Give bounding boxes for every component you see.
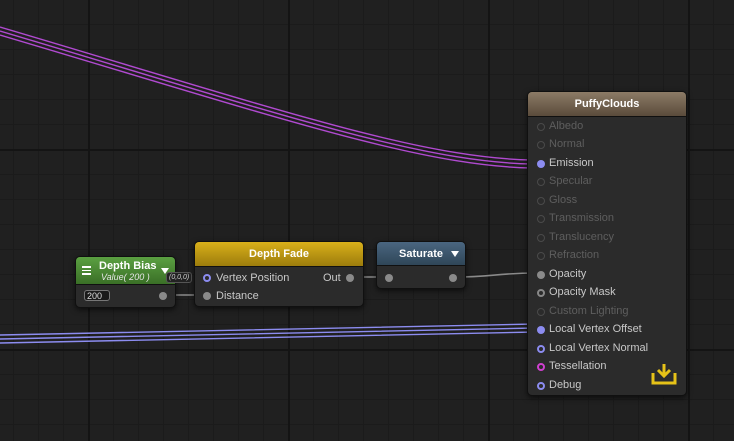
emission-wire[interactable] [0, 26, 533, 169]
specular-label: Specular [549, 175, 593, 187]
tessellation-port[interactable] [537, 363, 545, 371]
saturate-to-opacity-wire[interactable] [455, 272, 537, 278]
value-field[interactable]: 200 [84, 290, 110, 301]
output-node-header[interactable]: PuffyClouds [528, 92, 686, 117]
saturate-output-port[interactable] [449, 274, 457, 282]
local-vertex-offset-label: Local Vertex Offset [549, 323, 642, 335]
saturate-title: Saturate [399, 248, 444, 260]
hamburger-icon [82, 266, 91, 275]
transmission-label: Transmission [549, 212, 614, 224]
translucency-label: Translucency [549, 231, 615, 243]
gloss-label: Gloss [549, 194, 578, 206]
puffyclouds-output-node[interactable]: PuffyClouds Albedo Normal Emission Specu… [527, 91, 687, 396]
depth-bias-subtitle: Value( 200 ) [101, 272, 150, 282]
preview-value-badge: (0,0,0) [166, 272, 193, 283]
depth-bias-header[interactable]: Depth Bias Value( 200 ) [76, 257, 175, 285]
saturate-header[interactable]: Saturate [377, 242, 465, 266]
custom-lighting-port[interactable] [537, 308, 545, 316]
saturate-input-port[interactable] [385, 274, 393, 282]
download-tray-icon[interactable] [651, 362, 677, 386]
emission-port[interactable] [537, 160, 545, 168]
debug-port[interactable] [537, 382, 545, 390]
specular-port[interactable] [537, 178, 545, 186]
depth-fade-node[interactable]: Depth Fade Vertex Position Distance Out [194, 241, 364, 307]
emission-label: Emission [549, 157, 594, 169]
depth-fade-output-port[interactable] [346, 274, 354, 282]
opacity-mask-label: Opacity Mask [549, 286, 616, 298]
gloss-port[interactable] [537, 197, 545, 205]
opacity-label: Opacity [549, 268, 587, 280]
saturate-node[interactable]: Saturate [376, 241, 466, 289]
normal-port[interactable] [537, 141, 545, 149]
refraction-label: Refraction [549, 249, 600, 261]
refraction-port[interactable] [537, 252, 545, 260]
out-label: Out [323, 272, 341, 284]
transmission-port[interactable] [537, 215, 545, 223]
custom-lighting-label: Custom Lighting [549, 305, 629, 317]
depth-bias-node[interactable]: Depth Bias Value( 200 ) (0,0,0) 200 [75, 256, 193, 308]
distance-label: Distance [216, 290, 259, 302]
depth-bias-output-port[interactable] [159, 292, 167, 300]
distance-input-port[interactable] [203, 292, 211, 300]
chevron-down-icon[interactable] [451, 251, 459, 257]
opacity-mask-port[interactable] [537, 289, 545, 297]
vertex-position-input-port[interactable] [203, 274, 211, 282]
opacity-port[interactable] [537, 271, 545, 279]
translucency-port[interactable] [537, 234, 545, 242]
albedo-port[interactable] [537, 123, 545, 131]
albedo-label: Albedo [549, 120, 584, 132]
local-vertex-offset-port[interactable] [537, 326, 545, 334]
vertex-offset-wire[interactable] [0, 323, 537, 344]
vertex-position-label: Vertex Position [216, 272, 290, 284]
local-vertex-normal-label: Local Vertex Normal [549, 342, 649, 354]
local-vertex-normal-port[interactable] [537, 345, 545, 353]
depth-bias-title: Depth Bias [99, 260, 157, 272]
tessellation-label: Tessellation [549, 360, 607, 372]
depth-fade-header[interactable]: Depth Fade [195, 242, 363, 267]
normal-label: Normal [549, 138, 585, 150]
debug-label: Debug [549, 379, 582, 391]
